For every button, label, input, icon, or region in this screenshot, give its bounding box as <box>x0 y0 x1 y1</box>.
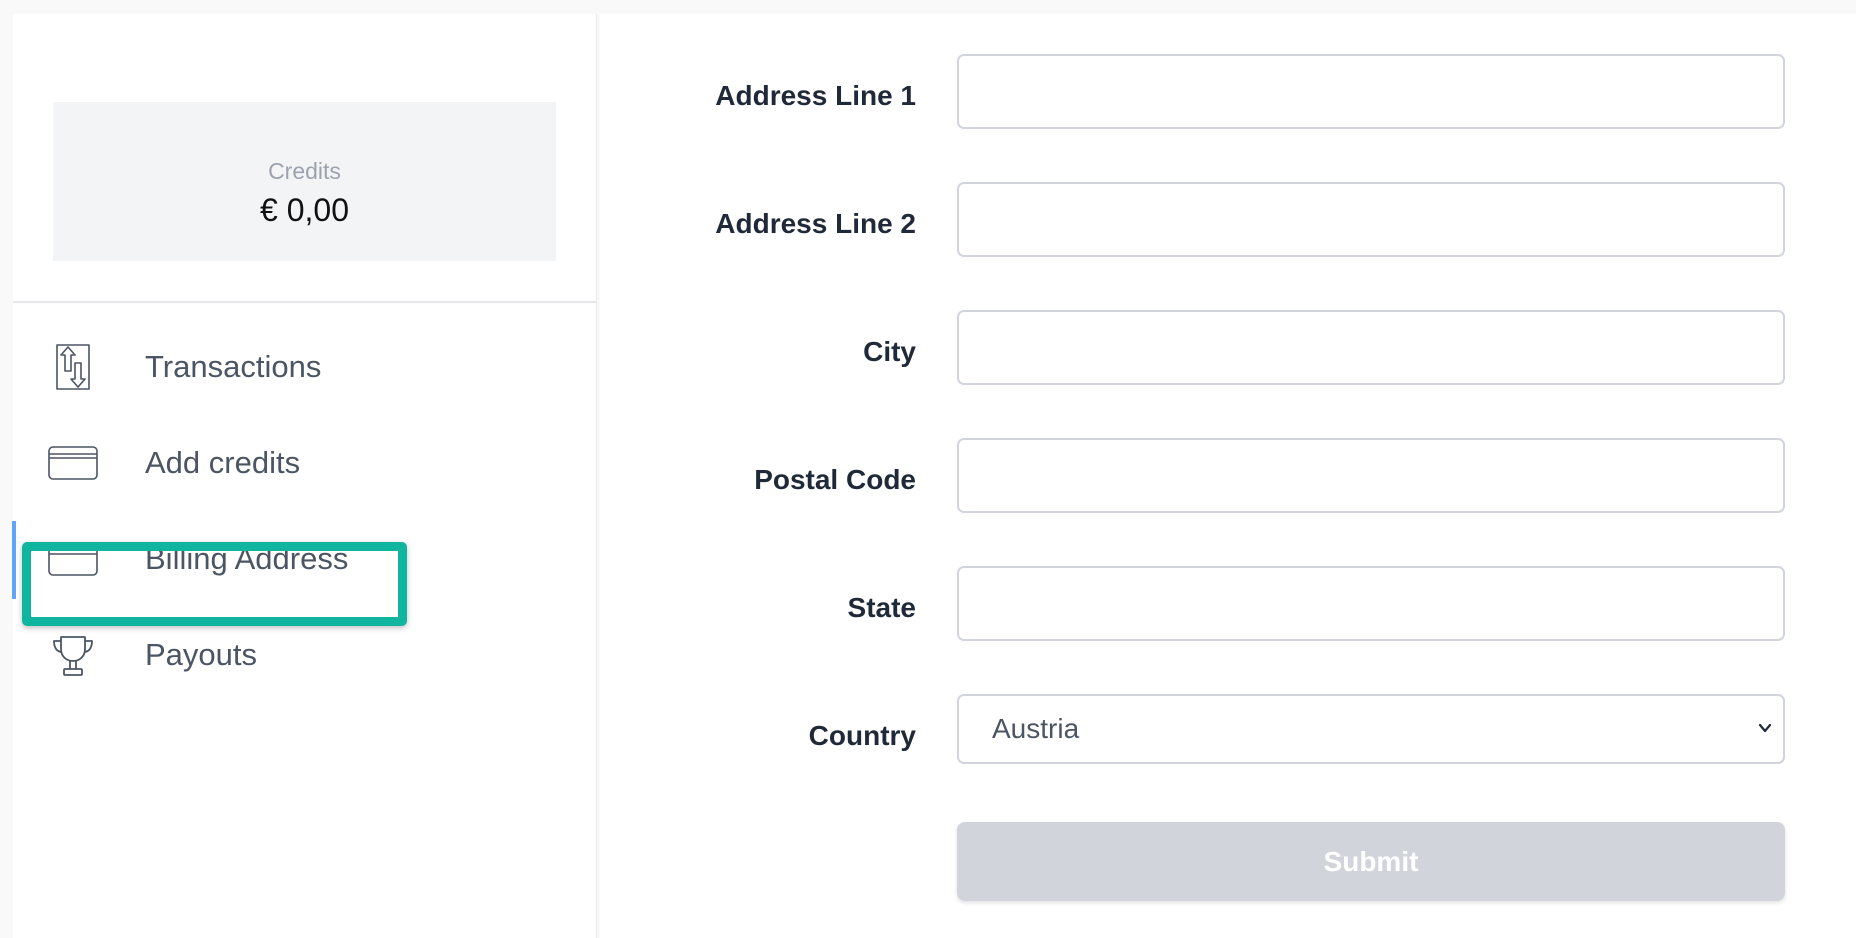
chevron-down-icon <box>1755 718 1775 738</box>
credits-card: Credits € 0,00 <box>53 102 556 261</box>
billing-page: Credits € 0,00 Transactions Add credits … <box>0 14 1856 938</box>
sidebar-item-label: Add credits <box>145 445 301 480</box>
sidebar-item-transactions[interactable]: Transactions <box>13 327 596 407</box>
sidebar-item-label: Billing Address <box>145 541 349 576</box>
postal-code-label: Postal Code <box>754 464 916 495</box>
address-line-2-input[interactable] <box>957 182 1785 257</box>
address-line-1-input[interactable] <box>957 54 1785 129</box>
credit-card-icon <box>47 437 99 489</box>
address-line-2-label: Address Line 2 <box>715 208 916 239</box>
credits-label: Credits <box>268 158 341 184</box>
sidebar-item-add-credits[interactable]: Add credits <box>13 423 596 503</box>
sidebar-item-payouts[interactable]: Payouts <box>13 615 596 695</box>
sidebar-item-label: Payouts <box>145 637 258 672</box>
transactions-icon <box>47 341 99 393</box>
state-input[interactable] <box>957 566 1785 641</box>
credits-section: Credits € 0,00 <box>13 14 596 303</box>
city-label: City <box>863 336 916 367</box>
country-select-value: Austria <box>992 713 1080 744</box>
credits-balance: € 0,00 <box>260 192 349 228</box>
credit-card-icon <box>47 533 99 585</box>
submit-button[interactable]: Submit <box>957 822 1785 901</box>
sidebar-item-label: Transactions <box>145 349 322 384</box>
country-label: Country <box>808 720 916 751</box>
sidebar: Credits € 0,00 Transactions Add credits … <box>12 14 597 938</box>
state-label: State <box>847 592 916 623</box>
billing-address-form: Address Line 1 Address Line 2 City Posta… <box>600 14 1856 938</box>
address-line-1-label: Address Line 1 <box>715 80 916 111</box>
postal-code-input[interactable] <box>957 438 1785 513</box>
sidebar-item-billing-address[interactable]: Billing Address <box>12 519 596 599</box>
city-input[interactable] <box>957 310 1785 385</box>
country-select[interactable]: Austria <box>957 694 1785 764</box>
trophy-icon <box>47 629 99 681</box>
